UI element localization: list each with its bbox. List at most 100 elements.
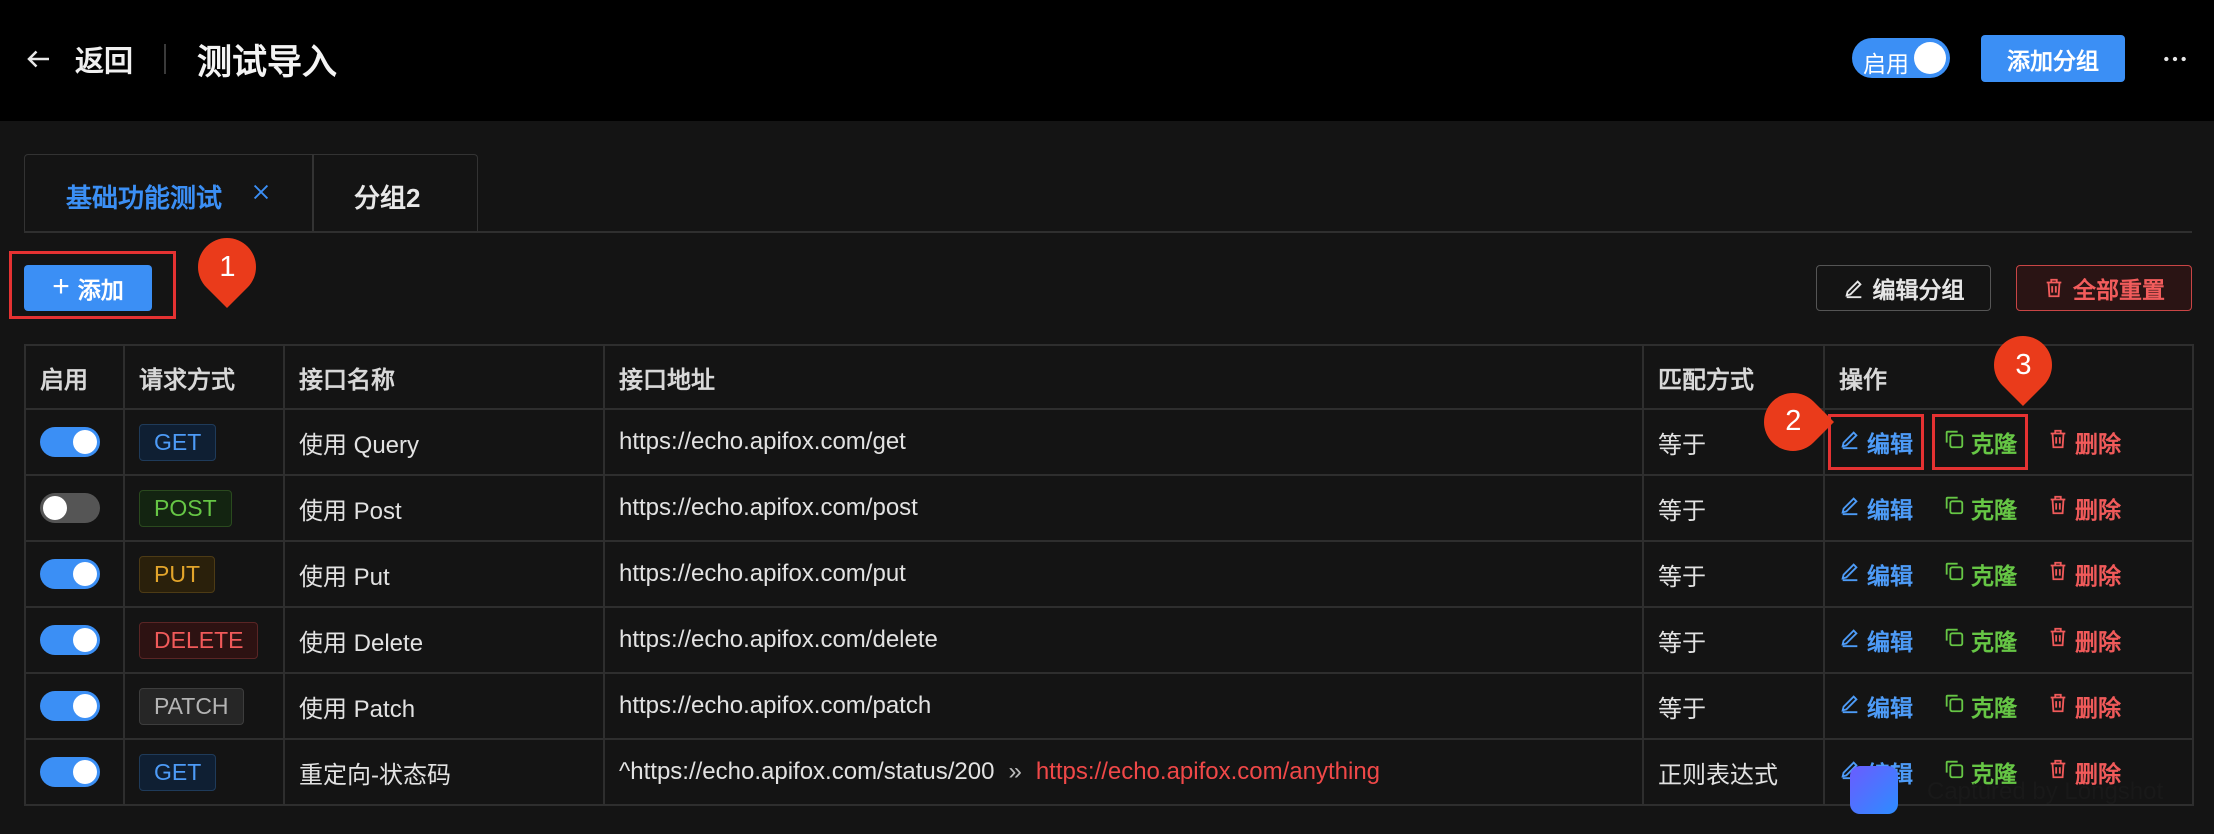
back-button[interactable]: 返回 — [75, 38, 133, 80]
row-enable-toggle[interactable] — [40, 493, 100, 523]
toggle-knob — [73, 430, 97, 454]
row-name-cell: 使用 Patch — [283, 672, 605, 740]
row-method-cell: PATCH — [123, 672, 285, 740]
more-icon[interactable] — [2162, 46, 2188, 72]
col-header-url: 接口地址 — [603, 344, 1644, 410]
edit-button[interactable]: 编辑 — [1839, 689, 1913, 723]
row-url-cell: https://echo.apifox.com/get — [603, 408, 1644, 476]
edit-button[interactable]: 编辑 — [1839, 491, 1913, 525]
delete-button[interactable]: 删除 — [2047, 689, 2121, 723]
add-button[interactable]: + 添加 — [24, 265, 152, 311]
url-text: https://echo.apifox.com/delete — [619, 626, 938, 653]
row-enable-cell — [24, 408, 125, 476]
api-table: 启用 请求方式 接口名称 接口地址 匹配方式 操作 GET 使用 Query htt… — [24, 344, 2194, 806]
row-enable-cell — [24, 606, 125, 674]
col-header-name: 接口名称 — [283, 344, 605, 410]
row-name-cell: 使用 Post — [283, 474, 605, 542]
url-text: https://echo.apifox.com/get — [619, 428, 906, 455]
clone-label: 克隆 — [1971, 695, 2017, 721]
trash-icon — [2047, 428, 2069, 456]
watermark-text: Captured by Longshot — [1927, 778, 2164, 805]
toggle-knob — [43, 496, 67, 520]
method-badge: DELETE — [139, 621, 259, 659]
row-method-cell: POST — [123, 474, 285, 542]
clone-icon — [1943, 560, 1965, 588]
url-text: https://echo.apifox.com/put — [619, 560, 906, 587]
row-url-cell: https://echo.apifox.com/patch — [603, 672, 1644, 740]
clone-icon — [1943, 428, 1965, 456]
pen-icon — [1844, 280, 1862, 299]
toggle-knob — [73, 562, 97, 586]
col-header-method: 请求方式 — [123, 344, 285, 410]
clone-button[interactable]: 克隆 — [1943, 491, 2017, 525]
row-enable-cell — [24, 540, 125, 608]
clone-button[interactable]: 克隆 — [1943, 557, 2017, 591]
edit-icon — [1839, 692, 1861, 720]
edit-icon — [1839, 560, 1861, 588]
reset-all-button[interactable]: 全部重置 — [2016, 265, 2192, 311]
edit-label: 编辑 — [1867, 431, 1913, 457]
tab-label: 分组2 — [354, 183, 421, 213]
close-icon[interactable] — [250, 181, 272, 203]
clone-label: 克隆 — [1971, 563, 2017, 589]
clone-label: 克隆 — [1971, 497, 2017, 523]
row-enable-toggle[interactable] — [40, 427, 100, 457]
tab-basic-tests[interactable]: 基础功能测试 — [24, 154, 313, 232]
back-arrow-icon[interactable] — [24, 44, 54, 74]
url-text: https://echo.apifox.com/post — [619, 494, 918, 521]
tab-group-2[interactable]: 分组2 — [313, 154, 478, 232]
reset-all-label: 全部重置 — [2073, 277, 2165, 303]
row-name-cell: 重定向-状态码 — [283, 738, 605, 806]
clone-button[interactable]: 克隆 — [1943, 623, 2017, 657]
edit-label: 编辑 — [1867, 563, 1913, 589]
callout-marker-1: 1 — [185, 225, 269, 309]
table-row: GET 使用 Query https://echo.apifox.com/get 等于… — [24, 408, 2194, 476]
url-text: https://echo.apifox.com/patch — [619, 692, 932, 719]
table-row: DELETE 使用 Delete https://echo.apifox.com/d… — [24, 606, 2194, 674]
trash-icon — [2047, 494, 2069, 522]
delete-button[interactable]: 删除 — [2047, 425, 2121, 459]
row-enable-toggle[interactable] — [40, 559, 100, 589]
clone-label: 克隆 — [1971, 431, 2017, 457]
edit-button[interactable]: 编辑 — [1839, 557, 1913, 591]
toggle-knob — [73, 760, 97, 784]
method-badge: POST — [139, 489, 232, 527]
clone-button[interactable]: 克隆 — [1932, 414, 2028, 470]
edit-button[interactable]: 编辑 — [1828, 414, 1924, 470]
row-method-cell: PUT — [123, 540, 285, 608]
row-name-cell: 使用 Put — [283, 540, 605, 608]
row-enable-toggle[interactable] — [40, 625, 100, 655]
row-match-cell: 等于 — [1642, 474, 1825, 542]
row-actions-cell: 编辑 克隆 删除 — [1823, 606, 2194, 674]
url-text: ^https://echo.apifox.com/status/200 — [619, 758, 995, 785]
clone-button[interactable]: 克隆 — [1943, 689, 2017, 723]
edit-icon — [1839, 428, 1861, 456]
delete-label: 删除 — [2075, 695, 2121, 721]
trash-icon — [2047, 560, 2069, 588]
row-url-cell: ^https://echo.apifox.com/status/200 » http… — [603, 738, 1644, 806]
row-method-cell: GET — [123, 408, 285, 476]
top-bar: 返回 测试导入 启用 添加分组 — [0, 0, 2214, 121]
edit-button[interactable]: 编辑 — [1839, 623, 1913, 657]
method-badge: GET — [139, 423, 217, 461]
method-badge: GET — [139, 753, 217, 791]
table-row: POST 使用 Post https://echo.apifox.com/post 等… — [24, 474, 2194, 542]
delete-button[interactable]: 删除 — [2047, 623, 2121, 657]
edit-group-button[interactable]: 编辑分组 — [1816, 265, 1991, 311]
redirect-url: https://echo.apifox.com/anything — [1035, 758, 1381, 785]
tabs-underline — [24, 231, 2192, 233]
row-enable-cell — [24, 474, 125, 542]
delete-button[interactable]: 删除 — [2047, 557, 2121, 591]
row-method-cell: DELETE — [123, 606, 285, 674]
row-enable-toggle[interactable] — [40, 757, 100, 787]
add-group-button[interactable]: 添加分组 — [1981, 35, 2125, 82]
delete-button[interactable]: 删除 — [2047, 491, 2121, 525]
row-actions-cell: 编辑 克隆 删除 — [1823, 408, 2194, 476]
table-header-row: 启用 请求方式 接口名称 接口地址 匹配方式 操作 — [24, 344, 2194, 410]
toggle-knob — [1914, 42, 1946, 74]
clone-label: 克隆 — [1971, 629, 2017, 655]
row-enable-toggle[interactable] — [40, 691, 100, 721]
table-row: PUT 使用 Put https://echo.apifox.com/put 等于 编辑… — [24, 540, 2194, 608]
enable-toggle[interactable]: 启用 — [1852, 38, 1950, 78]
row-url-cell: https://echo.apifox.com/delete — [603, 606, 1644, 674]
